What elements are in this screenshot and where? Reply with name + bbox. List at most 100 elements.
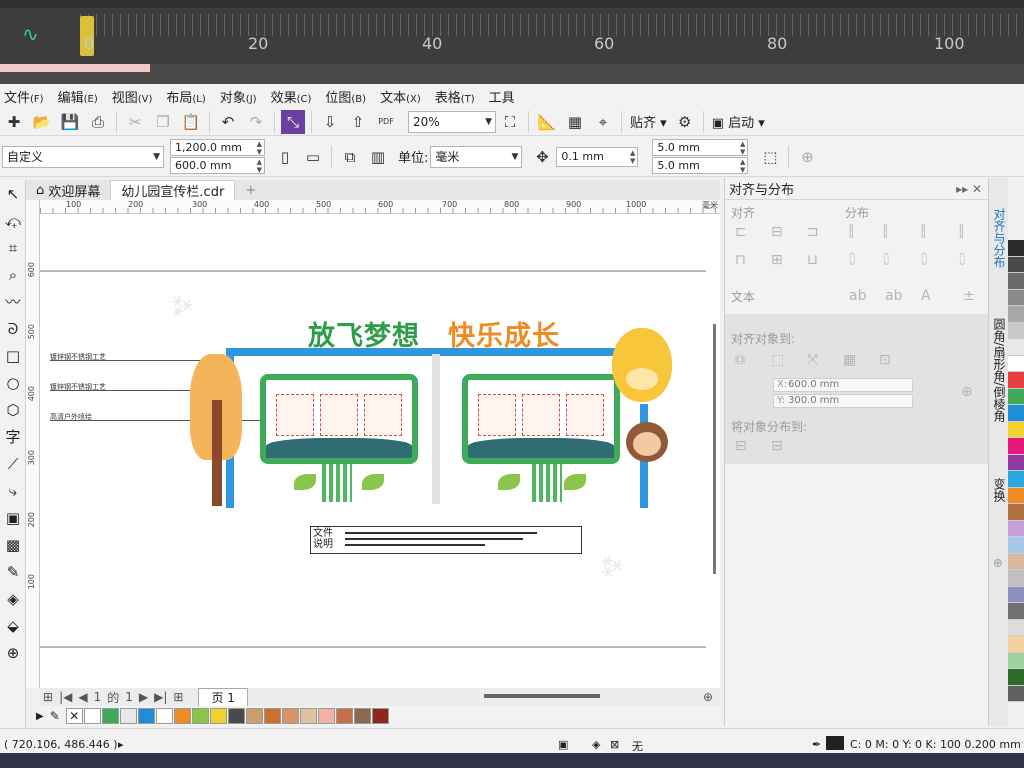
eyedropper-tool-icon[interactable]: ✎ <box>0 558 26 585</box>
color-swatch[interactable] <box>317 708 335 724</box>
menu-effects[interactable]: 效果(C) <box>271 87 312 106</box>
text-plus-icon[interactable]: ± <box>963 288 975 304</box>
align-right-icon[interactable]: ⊐ <box>807 224 819 240</box>
treat-as-filled-icon[interactable]: ⬚ <box>758 145 782 169</box>
parallel-dimension-tool-icon[interactable]: ⟋ <box>0 450 26 477</box>
text-line-icon[interactable]: ab <box>885 288 902 304</box>
color-swatch[interactable] <box>119 708 137 724</box>
docker-tab-align[interactable]: 对齐与分布 <box>991 208 1008 268</box>
palette-scroll-left-icon[interactable]: ▶ <box>36 711 44 722</box>
publish-pdf-icon[interactable]: PDF <box>374 110 398 134</box>
color-swatch[interactable] <box>299 708 317 724</box>
color-swatch[interactable] <box>1008 289 1024 306</box>
landscape-icon[interactable]: ▭ <box>301 145 325 169</box>
color-swatch[interactable] <box>1008 372 1024 389</box>
add-page-after-icon[interactable]: ⊞ <box>173 690 183 704</box>
outline-pen-icon[interactable]: ✒ <box>812 738 821 751</box>
copy-icon[interactable]: ❐ <box>151 110 175 134</box>
rectangle-tool-icon[interactable]: □ <box>0 342 26 369</box>
add-page-icon[interactable]: ⊞ <box>43 690 53 704</box>
nudge-distance-field[interactable]: 0.1 mm ▲ ▼ <box>556 146 639 167</box>
color-swatch[interactable] <box>1008 388 1024 405</box>
redo-icon[interactable]: ↷ <box>244 110 268 134</box>
text-baseline-icon[interactable]: ab <box>849 288 866 304</box>
paste-icon[interactable]: 📋 <box>179 110 203 134</box>
tab-welcome-screen[interactable]: ⌂ 欢迎屏幕 <box>26 180 110 200</box>
color-swatch[interactable] <box>191 708 209 724</box>
menu-tools[interactable]: 工具 <box>489 87 515 106</box>
drawing-canvas[interactable]: 镀锌钢不锈钢工艺 镀锌钢不锈钢工艺 高清户外喷绘 放飞梦想 快乐成长 文件说明 <box>40 214 720 688</box>
color-swatch[interactable] <box>1008 570 1024 587</box>
color-swatch[interactable] <box>173 708 191 724</box>
active-objects-icon[interactable]: ⧉ <box>735 352 745 368</box>
align-center-v-icon[interactable]: ⊞ <box>771 252 783 268</box>
duplicate-y-field[interactable]: 5.0 mm ▲ ▼ <box>652 157 749 174</box>
color-swatch[interactable] <box>1008 619 1024 636</box>
snap-to-menu[interactable]: 贴齐 ▾ <box>630 112 667 131</box>
page-size-preset-select[interactable]: 自定义 ▼ <box>2 145 164 168</box>
menu-layout[interactable]: 布局(L) <box>166 87 205 106</box>
gear-icon[interactable]: ⚙ <box>673 110 697 134</box>
distribute-bottom-icon[interactable]: ⩇ <box>959 252 965 268</box>
timeline-scale[interactable] <box>80 14 1024 36</box>
color-swatch[interactable] <box>101 708 119 724</box>
page-height-field[interactable]: 600.0 mm ▲ ▼ <box>170 157 265 174</box>
interactive-fill-tool-icon[interactable]: ◈ <box>0 585 26 612</box>
color-swatch[interactable] <box>1008 438 1024 455</box>
spin-arrows-icon[interactable]: ▲ ▼ <box>740 140 745 156</box>
no-color-swatch[interactable]: ✕ <box>65 708 83 724</box>
waveform-icon[interactable]: ∿ <box>22 22 39 46</box>
color-swatch[interactable] <box>245 708 263 724</box>
first-page-icon[interactable]: |◀ <box>59 690 72 704</box>
artistic-media-tool-icon[interactable]: ᘐ <box>0 315 26 342</box>
color-swatch[interactable] <box>137 708 155 724</box>
color-swatch[interactable] <box>1008 405 1024 422</box>
distribute-top-icon[interactable]: ⩇ <box>849 252 855 268</box>
add-icon[interactable]: ⊕ <box>795 145 819 169</box>
grid-icon[interactable]: ▦ <box>843 352 856 368</box>
docker-tab-transform[interactable]: 变换 <box>991 478 1008 502</box>
outline-color-swatch[interactable] <box>826 736 844 750</box>
distribute-page-icon[interactable]: ⊟ <box>771 438 783 454</box>
search-content-icon[interactable]: ⤡ <box>281 109 305 134</box>
color-swatch[interactable] <box>1008 273 1024 290</box>
menu-object[interactable]: 对象(J) <box>220 87 257 106</box>
color-swatch[interactable] <box>1008 603 1024 620</box>
color-swatch[interactable] <box>1008 553 1024 570</box>
vertical-ruler[interactable]: 600 500 400 300 200 100 <box>26 200 40 688</box>
transparency-tool-icon[interactable]: ▩ <box>0 531 26 558</box>
align-x-field[interactable]: X: 600.0 mm <box>773 378 913 392</box>
import-icon[interactable]: ⇩ <box>318 110 342 134</box>
pick-tool-icon[interactable]: ↖ <box>0 180 26 207</box>
color-swatch[interactable] <box>353 708 371 724</box>
add-tool-icon[interactable]: ⊕ <box>0 639 26 666</box>
polygon-tool-icon[interactable]: ⬡ <box>0 396 26 423</box>
close-icon[interactable]: ▸▸ ✕ <box>956 182 982 196</box>
color-swatch[interactable] <box>227 708 245 724</box>
connector-tool-icon[interactable]: ⤷ <box>0 477 26 504</box>
print-icon[interactable]: ⎙ <box>86 110 110 134</box>
open-folder-icon[interactable]: 📂 <box>30 110 54 134</box>
align-center-h-icon[interactable]: ⊟ <box>771 224 783 240</box>
color-swatch[interactable] <box>1008 537 1024 554</box>
rulers-icon[interactable]: 📐 <box>535 110 559 134</box>
all-pages-icon[interactable]: ⧉ <box>338 145 362 169</box>
freehand-tool-icon[interactable]: 〰 <box>0 288 26 315</box>
drop-shadow-tool-icon[interactable]: ▣ <box>0 504 26 531</box>
color-swatch[interactable] <box>1008 652 1024 669</box>
spin-arrows-icon[interactable]: ▲ ▼ <box>740 158 745 174</box>
color-swatch[interactable] <box>1008 520 1024 537</box>
color-swatch[interactable] <box>1008 355 1024 372</box>
current-page-icon[interactable]: ▥ <box>366 145 390 169</box>
specified-point-icon[interactable]: ⊡ <box>879 352 891 368</box>
tab-document[interactable]: 幼儿园宣传栏.cdr <box>110 180 236 200</box>
fill-icon[interactable]: ◈ <box>592 738 600 751</box>
menu-table[interactable]: 表格(T) <box>435 87 475 106</box>
color-swatch[interactable] <box>263 708 281 724</box>
docker-add-icon[interactable]: ⊕ <box>991 558 1005 568</box>
duplicate-x-field[interactable]: 5.0 mm ▲ ▼ <box>652 139 749 156</box>
color-swatch[interactable] <box>1008 504 1024 521</box>
full-screen-icon[interactable]: ⛶ <box>498 110 522 134</box>
zoom-navigator-icon[interactable]: ⊕ <box>703 690 713 704</box>
units-select[interactable]: 毫米 ▼ <box>430 145 523 168</box>
